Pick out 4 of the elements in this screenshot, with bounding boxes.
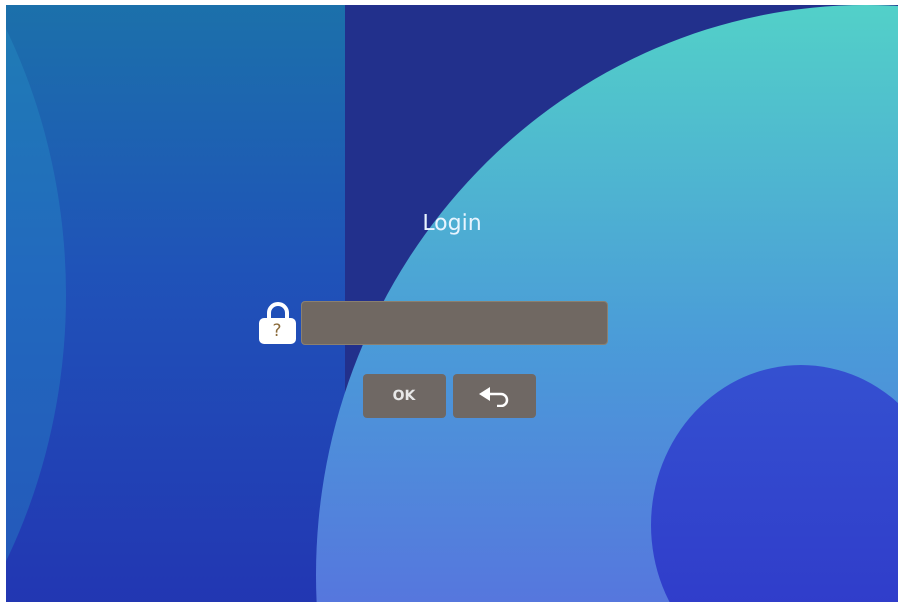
password-field[interactable] (300, 301, 608, 345)
back-arrow-icon (477, 385, 511, 407)
back-button[interactable] (452, 374, 536, 418)
ok-button[interactable]: OK (362, 374, 446, 418)
